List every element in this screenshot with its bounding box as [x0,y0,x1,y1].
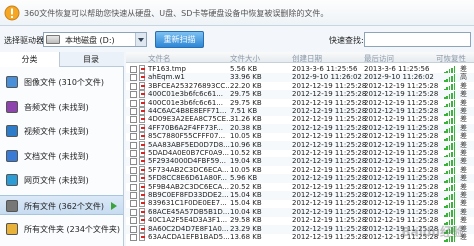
video-icon [6,125,18,137]
deleted-file-icon [139,123,145,132]
document-icon [6,150,18,162]
category-item[interactable]: 视频文件 (未找到) [0,121,123,141]
cell-size: 13.68 KB [230,233,262,241]
row-checkbox[interactable] [130,175,137,183]
deleted-file-icon [139,199,145,208]
category-item[interactable]: 文档文件 (未找到) [0,146,123,166]
row-checkbox[interactable] [130,200,137,208]
search-label: 快速查找: [329,36,364,45]
cell-created: 2012-12-19 11:25:28 [292,233,367,241]
deleted-file-icon [139,174,145,183]
folder-icon [6,223,18,235]
rescan-button[interactable]: 重新扫描 [155,31,204,48]
row-checkbox[interactable] [130,217,137,225]
deleted-file-icon [139,107,145,115]
deleted-file-icon [139,157,145,166]
row-checkbox[interactable] [130,82,137,90]
row-checkbox[interactable] [130,158,137,166]
tab-category[interactable]: 分类 [0,52,60,67]
col-created[interactable]: 创建日期 [292,53,322,64]
arrow-right-icon [111,202,117,210]
toolbar: 选择驱动器： 本地磁盘 (D:) 重新扫描 快速查找: [0,27,474,51]
chevron-down-icon[interactable] [135,33,146,46]
drive-select[interactable]: 本地磁盘 (D:) [43,32,147,47]
cell-filename: 63AACDA1EFB1BAD5... [148,233,230,241]
row-checkbox[interactable] [130,192,137,199]
category-item[interactable]: 所有文件夹 (234个文件夹) [0,219,123,239]
row-checkbox[interactable] [130,108,137,115]
deleted-file-icon [139,149,145,157]
disk-icon [46,35,60,44]
deleted-file-icon [139,191,145,199]
deleted-file-icon [139,73,145,82]
banner-text: 360文件恢复可以帮助您快速从硬盘、U盘、SD卡等硬盘设备中恢复被误删除的文件。 [24,9,329,18]
row-checkbox[interactable] [130,91,137,99]
table-header: 文件名 文件大小 创建日期 最后访问 可恢复性 [126,52,474,63]
category-label: 音频文件 (未找到) [24,103,89,112]
category-item[interactable]: 所有文件 (362个文件) [0,195,123,215]
row-checkbox[interactable] [130,99,137,107]
deleted-file-icon [139,98,145,107]
audio-icon [6,101,18,113]
row-checkbox[interactable] [130,116,137,124]
deleted-file-icon [139,90,145,99]
tab-directory[interactable]: 目录 [61,52,121,67]
row-checkbox[interactable] [130,124,137,132]
deleted-file-icon [139,115,145,124]
deleted-file-icon [139,65,145,73]
sidebar: 分类 目录 图像文件 (310个文件) 音频文件 (未找到) 视频文件 (未找到) 文… [0,52,124,246]
col-accessed[interactable]: 最后访问 [364,53,394,64]
info-banner: 360文件恢复可以帮助您快速从硬盘、U盘、SD卡等硬盘设备中恢复被误删除的文件。 [0,0,474,26]
category-item[interactable]: 网页文件 (未找到) [0,170,123,190]
category-item[interactable]: 图像文件 (310个文件) [0,72,123,92]
row-checkbox[interactable] [130,74,137,82]
col-size[interactable]: 文件大小 [230,53,260,64]
sidebar-tabs: 分类 目录 [0,52,124,67]
deleted-file-icon [139,233,145,241]
category-label: 所有文件 (362个文件) [24,202,105,211]
row-checkbox[interactable] [130,208,137,216]
info-icon [4,5,20,21]
row-checkbox[interactable] [130,66,137,73]
drive-value: 本地磁盘 (D:) [65,36,115,45]
row-checkbox[interactable] [130,150,137,157]
image-icon [6,76,18,88]
row-checkbox[interactable] [130,225,137,233]
deleted-file-icon [139,224,145,233]
all-files-icon [6,200,18,212]
watermark: Baidu经验 [401,225,465,239]
row-checkbox[interactable] [130,141,137,149]
category-item[interactable]: 音频文件 (未找到) [0,97,123,117]
category-label: 文档文件 (未找到) [24,152,89,161]
col-recoverability[interactable]: 可恢复性 [436,53,466,64]
row-checkbox[interactable] [130,183,137,191]
deleted-file-icon [139,182,145,191]
category-label: 视频文件 (未找到) [24,127,89,136]
row-checkbox[interactable] [130,234,137,241]
category-label: 图像文件 (310个文件) [24,78,105,87]
file-list: 文件名 文件大小 创建日期 最后访问 可恢复性 TF163.tmp 5.56 KB… [126,52,474,246]
col-filename[interactable]: 文件名 [148,53,171,64]
deleted-file-icon [139,140,145,149]
deleted-file-icon [139,216,145,225]
web-icon [6,174,18,186]
row-checkbox[interactable] [130,133,137,141]
row-checkbox[interactable] [130,166,137,174]
category-label: 所有文件夹 (234个文件夹) [24,225,121,234]
search-input[interactable] [364,32,471,47]
deleted-file-icon [139,81,145,90]
deleted-file-icon [139,207,145,216]
category-label: 网页文件 (未找到) [24,176,89,185]
deleted-file-icon [139,132,145,141]
deleted-file-icon [139,165,145,174]
